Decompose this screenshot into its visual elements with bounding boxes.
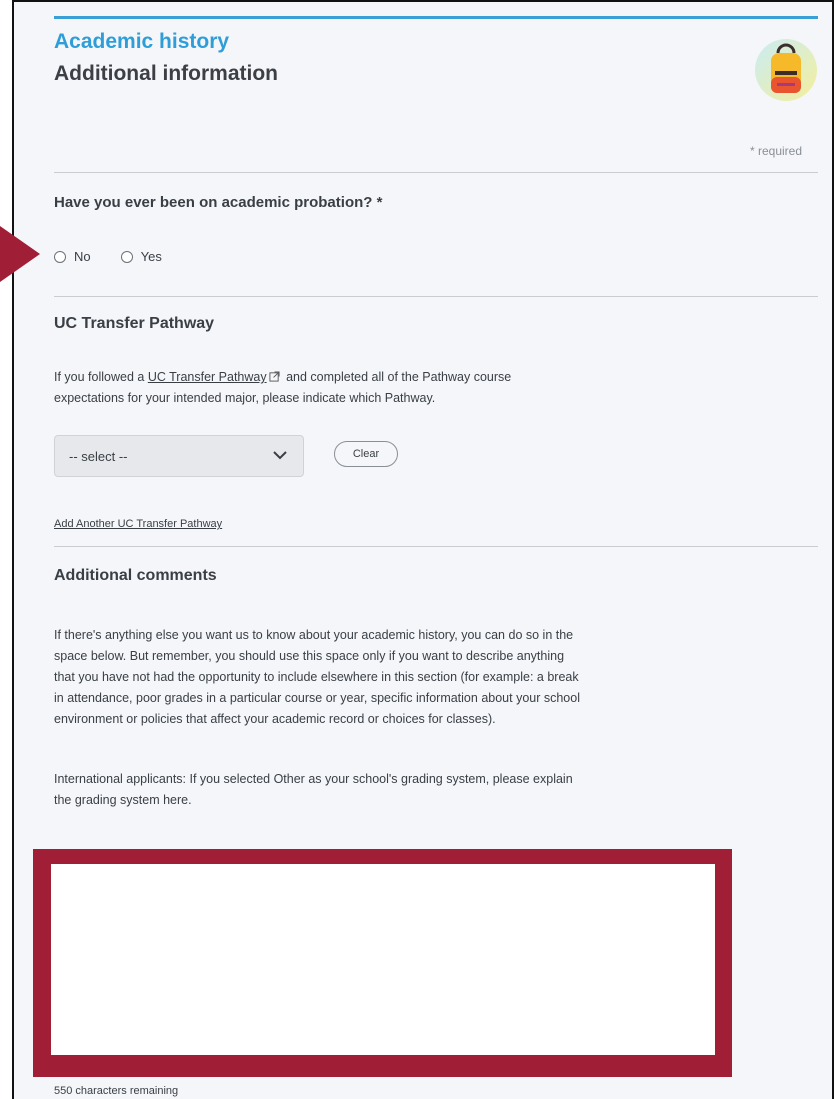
radio-no-circle[interactable]: [54, 250, 66, 263]
pathway-select-value: -- select --: [69, 448, 128, 464]
section-top-rule: [54, 16, 818, 19]
comments-section-title: Additional comments: [54, 567, 217, 584]
pathway-text-line2: expectations for your intended major, pl…: [54, 391, 436, 405]
required-note: * required: [749, 144, 802, 158]
pathway-text-start: If you followed a: [54, 370, 148, 384]
pathway-select[interactable]: -- select --: [54, 435, 304, 477]
radio-yes[interactable]: Yes: [120, 249, 162, 264]
comments-line: If there's anything else you want us to …: [54, 628, 574, 642]
comments-line: in attendance, poor grades in a particul…: [54, 691, 580, 705]
pathway-link[interactable]: UC Transfer Pathway: [148, 370, 267, 384]
comments-line: space below. But remember, you should us…: [54, 649, 565, 663]
pathway-section-title: UC Transfer Pathway: [54, 315, 215, 332]
chevron-down-icon: [273, 451, 287, 460]
probation-question: Have you ever been on academic probation…: [54, 194, 383, 211]
divider: [54, 172, 818, 173]
radio-no[interactable]: No: [54, 249, 91, 264]
add-another-pathway-link[interactable]: Add Another UC Transfer Pathway: [54, 518, 222, 530]
backpack-icon: [755, 39, 817, 101]
page-title: Additional information: [54, 62, 278, 85]
section-eyebrow: Academic history: [54, 30, 230, 53]
comments-paragraph: If there's anything else you want us to …: [54, 625, 580, 730]
comments-textarea[interactable]: [51, 864, 715, 1055]
comments-line: environment or policies that affect your…: [54, 712, 496, 726]
radio-yes-circle[interactable]: [120, 250, 133, 263]
international-line: International applicants: If you selecte…: [54, 772, 573, 786]
divider: [54, 546, 818, 547]
international-line: the grading system here.: [54, 793, 192, 807]
comments-line: that you have not had the opportunity to…: [54, 670, 579, 684]
pointer-arrow-icon: [0, 226, 40, 282]
external-link-icon: [269, 371, 280, 382]
probation-radio-group: No Yes: [54, 249, 192, 264]
international-note: International applicants: If you selecte…: [54, 769, 573, 811]
pathway-text-end: and completed all of the Pathway course: [282, 370, 512, 384]
pathway-description: If you followed a UC Transfer Pathway an…: [54, 367, 511, 409]
radio-yes-label: Yes: [140, 249, 162, 264]
clear-button[interactable]: Clear: [334, 441, 398, 467]
radio-no-label: No: [74, 249, 91, 264]
divider: [54, 296, 818, 297]
characters-remaining: 550 characters remaining: [54, 1085, 179, 1097]
